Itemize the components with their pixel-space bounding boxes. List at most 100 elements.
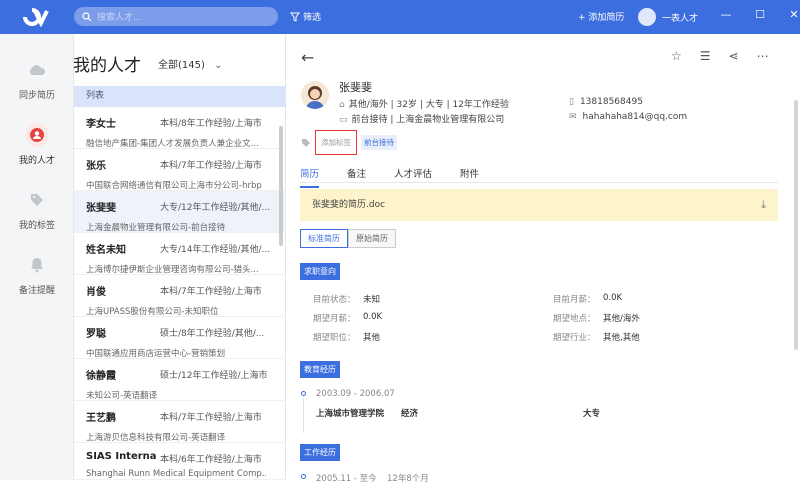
list-item[interactable]: 张乐 本科/7年工作经验/上海市 中国联合网络通信有限公司上海市分公司-hrbp bbox=[74, 149, 286, 191]
standard-resume-button[interactable]: 标准简历 bbox=[300, 229, 348, 248]
filter-label: 筛选 bbox=[303, 13, 322, 23]
field-label: 期望月薪： bbox=[313, 314, 356, 324]
section-title-intent: 求职意向 bbox=[300, 263, 340, 280]
timeline-line bbox=[303, 397, 304, 433]
tab-notes[interactable]: 备注 bbox=[347, 166, 366, 188]
nav-item-sync[interactable]: 同步简历 bbox=[0, 58, 74, 101]
nav-item-reminders[interactable]: 备注提醒 bbox=[0, 253, 74, 296]
field-label: 目前月薪： bbox=[553, 295, 596, 305]
candidate-info: 本科/6年工作经验/上海市 bbox=[160, 455, 262, 465]
more-icon[interactable]: ⋯ bbox=[757, 49, 769, 63]
list-item[interactable]: 王艺鹏 本科/7年工作经验/上海市 上海游贝信息科技有限公司-英语翻译 bbox=[74, 401, 286, 443]
add-tag-button[interactable]: 添加标签 bbox=[315, 130, 357, 155]
person-icon bbox=[25, 123, 49, 147]
work-period: 2005.11 - 至今 bbox=[316, 474, 377, 484]
download-icon[interactable]: ⤓ bbox=[761, 189, 766, 221]
close-icon[interactable]: ✕ bbox=[787, 8, 800, 21]
email-text: hahahaha814@qq.com bbox=[582, 112, 688, 122]
candidate-info: 大专/14年工作经验/其他/... bbox=[160, 245, 270, 255]
add-resume-button[interactable]: + 添加简历 bbox=[578, 10, 624, 23]
candidate-info: 硕士/12年工作经验/上海市 bbox=[160, 371, 268, 381]
field-label: 目前状态： bbox=[313, 295, 356, 305]
user-name: 一表人才 bbox=[662, 13, 699, 24]
field-label: 期望行业： bbox=[553, 333, 596, 343]
briefcase-icon: ▭ bbox=[339, 115, 348, 125]
tab-attachments[interactable]: 附件 bbox=[460, 166, 479, 188]
candidate-info: 大专/12年工作经验/其他/... bbox=[160, 203, 270, 213]
candidate-company: 中国联合网络通信有限公司上海市分公司-hrbp bbox=[86, 181, 262, 191]
candidate-info: 硕士/8年工作经验/其他/... bbox=[160, 329, 265, 339]
candidate-company: 上海金晨物业管理有限公司-前台接待 bbox=[86, 223, 226, 233]
candidate-info: 本科/8年工作经验/上海市 bbox=[160, 119, 262, 129]
list-scrollbar[interactable] bbox=[279, 126, 283, 246]
window-controls: — ☐ ✕ bbox=[719, 8, 800, 21]
list-item[interactable]: 姓名未知 大专/14年工作经验/其他/... 上海博尔捷伊斯企业管理咨询有限公司… bbox=[74, 233, 286, 275]
nav-label: 我的标签 bbox=[18, 221, 55, 231]
file-name: 张斐斐的简历.doc bbox=[312, 200, 386, 210]
section-title-work: 工作经历 bbox=[300, 444, 340, 461]
document-icon[interactable]: ☰ bbox=[700, 49, 711, 63]
back-arrow-icon[interactable]: ← bbox=[301, 48, 314, 67]
edu-school: 上海城市管理学院 bbox=[316, 409, 385, 419]
share-icon[interactable]: ⋖ bbox=[729, 49, 739, 63]
tag-icon bbox=[302, 138, 310, 147]
minimize-icon[interactable]: — bbox=[719, 8, 733, 21]
list-item-selected[interactable]: 张斐斐 大专/12年工作经验/其他/... 上海金晨物业管理有限公司-前台接待 bbox=[74, 191, 286, 233]
candidate-company: 中国联通应用商店运营中心-营销策划 bbox=[86, 349, 226, 359]
search-input[interactable]: 搜索人才... bbox=[97, 10, 142, 23]
list-item[interactable]: 肖俊 本科/7年工作经验/上海市 上海UPASS股份有限公司-未知职位 bbox=[74, 275, 286, 317]
user-avatar-icon bbox=[638, 8, 656, 26]
list-filter-dropdown[interactable]: 全部(145) ⌄ bbox=[158, 56, 222, 71]
resume-view-toggle: 标准简历 原始简历 bbox=[300, 229, 396, 248]
candidate-name: 张斐斐 bbox=[339, 81, 372, 94]
resume-file-bar[interactable]: 张斐斐的简历.doc ⤓ bbox=[300, 189, 778, 221]
field-value: 其他/海外 bbox=[603, 314, 640, 324]
list-header: 列表 bbox=[74, 86, 286, 107]
user-menu[interactable]: 一表人才 bbox=[638, 8, 698, 26]
tag-chip[interactable]: 前台接待 bbox=[361, 135, 397, 150]
phone-icon: ▯ bbox=[569, 97, 574, 107]
original-resume-button[interactable]: 原始简历 bbox=[348, 229, 396, 248]
search-box[interactable]: 搜索人才... bbox=[74, 7, 278, 26]
star-icon[interactable]: ☆ bbox=[671, 49, 682, 63]
candidate-company: 上海UPASS股份有限公司-未知职位 bbox=[86, 307, 219, 317]
maximize-icon[interactable]: ☐ bbox=[753, 8, 767, 21]
candidate-info: 本科/7年工作经验/上海市 bbox=[160, 161, 262, 171]
tab-assessment[interactable]: 人才评估 bbox=[394, 166, 432, 188]
tag-icon bbox=[25, 188, 49, 212]
nav-item-tags[interactable]: 我的标签 bbox=[0, 188, 74, 231]
field-value: 其他 bbox=[363, 333, 381, 343]
app-logo-icon[interactable] bbox=[22, 7, 50, 27]
work-duration: 12年8个月 bbox=[387, 474, 429, 484]
candidate-name: SIAS Interna... bbox=[86, 451, 156, 462]
mail-icon: ✉ bbox=[569, 112, 577, 122]
nav-label: 同步简历 bbox=[18, 91, 55, 101]
tab-resume[interactable]: 简历 bbox=[300, 166, 320, 188]
section-title-education: 教育经历 bbox=[300, 361, 340, 378]
candidate-job-info-text: 前台接待 | 上海金晨物业管理有限公司 bbox=[351, 115, 505, 125]
chevron-down-icon: ⌄ bbox=[214, 60, 223, 71]
field-label: 期望职位： bbox=[313, 333, 356, 343]
timeline-dot bbox=[301, 474, 306, 479]
candidate-phone: ▯ 13818568495 bbox=[569, 97, 643, 107]
candidate-job-info: ▭ 前台接待 | 上海金晨物业管理有限公司 bbox=[339, 112, 504, 125]
edu-period: 2003.09 - 2006.07 bbox=[316, 389, 395, 399]
tag-row: 添加标签 前台接待 bbox=[301, 130, 397, 155]
field-value: 未知 bbox=[363, 295, 381, 305]
field-value: 其他,其他 bbox=[603, 333, 640, 343]
candidate-basic-info-text: 其他/海外 | 32岁 | 大专 | 12年工作经验 bbox=[348, 100, 509, 110]
candidate-info: 本科/7年工作经验/上海市 bbox=[160, 287, 262, 297]
detail-scrollbar[interactable] bbox=[794, 100, 798, 350]
list-item[interactable]: SIAS Interna... 本科/6年工作经验/上海市 Shanghai R… bbox=[74, 443, 286, 480]
nav-item-talent[interactable]: 我的人才 bbox=[0, 123, 74, 166]
detail-tabs: 简历 备注 人才评估 附件 bbox=[300, 166, 507, 188]
candidate-company: 上海博尔捷伊斯企业管理咨询有限公司-猎头... bbox=[86, 265, 259, 275]
search-icon bbox=[82, 11, 92, 21]
page-title: 我的人才 bbox=[73, 56, 141, 76]
list-item[interactable]: 徐静霞 硕士/12年工作经验/上海市 未知公司-英语翻译 bbox=[74, 359, 286, 401]
filter-button[interactable]: 筛选 bbox=[290, 10, 321, 23]
graduation-icon: ⌂ bbox=[339, 100, 345, 110]
side-nav: 同步简历 我的人才 我的标签 备注提醒 bbox=[0, 34, 74, 480]
list-item[interactable]: 罗聪 硕士/8年工作经验/其他/... 中国联通应用商店运营中心-营销策划 bbox=[74, 317, 286, 359]
list-item[interactable]: 李女士 本科/8年工作经验/上海市 融信地产集团-集团人才发展负责人兼企业文..… bbox=[74, 107, 286, 149]
